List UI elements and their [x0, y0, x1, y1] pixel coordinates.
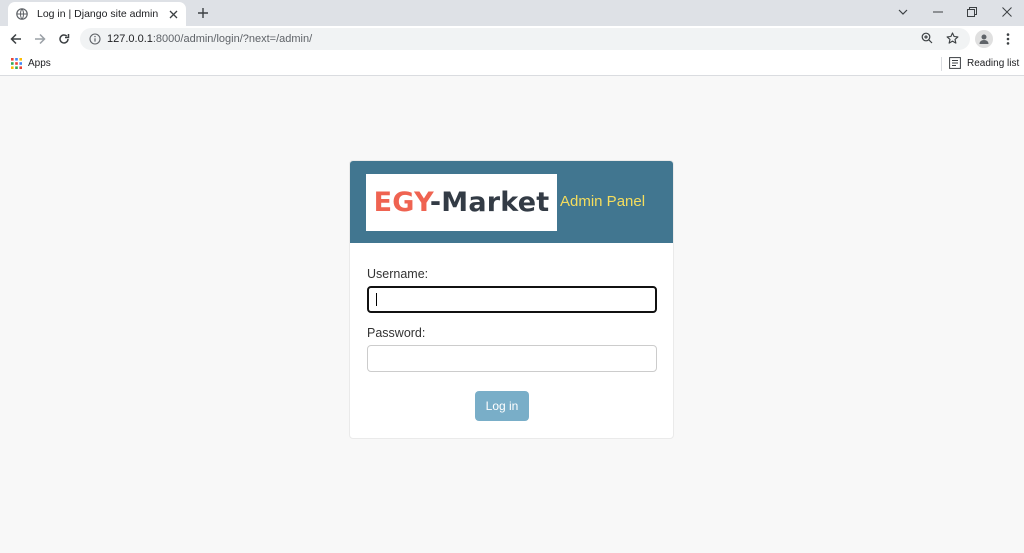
username-label: Username:	[367, 267, 429, 281]
arrow-left-icon[interactable]	[7, 30, 25, 48]
star-icon[interactable]	[946, 32, 960, 46]
url-host: 127.0.0.1	[107, 33, 153, 45]
reading-list-icon[interactable]	[949, 57, 962, 70]
window-close-icon[interactable]	[997, 3, 1017, 21]
reading-list-link[interactable]: Reading list	[967, 58, 1019, 69]
reload-icon[interactable]	[55, 30, 73, 48]
tab-title: Log in | Django site admin	[37, 8, 159, 20]
site-logo: EGY-Market	[366, 174, 557, 231]
close-icon[interactable]	[166, 7, 180, 21]
login-button[interactable]: Log in	[475, 391, 529, 421]
admin-panel-label: Admin Panel	[560, 193, 646, 210]
browser-toolbar: 127.0.0.1:8000/admin/login/?next=/admin/	[0, 26, 1024, 52]
zoom-icon[interactable]	[921, 32, 935, 46]
apps-link[interactable]: Apps	[28, 58, 51, 69]
bookmarks-bar: Apps Reading list	[0, 52, 1024, 76]
logo-market: -Market	[429, 187, 550, 218]
username-input[interactable]	[367, 286, 657, 313]
address-bar[interactable]: 127.0.0.1:8000/admin/login/?next=/admin/	[80, 28, 970, 50]
text-caret	[376, 293, 377, 306]
logo-text: EGY-Market	[374, 187, 550, 218]
url-path: :8000/admin/login/?next=/admin/	[152, 33, 313, 45]
browser-tab[interactable]: Log in | Django site admin	[8, 2, 186, 26]
logo-egy: EGY	[373, 187, 430, 218]
tab-strip: Log in | Django site admin	[0, 0, 1024, 26]
plus-icon[interactable]	[194, 4, 212, 22]
password-input[interactable]	[367, 345, 657, 372]
password-label: Password:	[367, 326, 426, 340]
person-icon[interactable]	[975, 30, 993, 48]
login-header: EGY-Market Admin Panel	[350, 161, 673, 243]
address-url: 127.0.0.1:8000/admin/login/?next=/admin/	[107, 33, 312, 45]
globe-icon	[16, 8, 28, 20]
arrow-right-icon[interactable]	[31, 30, 49, 48]
minimize-icon[interactable]	[928, 3, 948, 21]
kebab-menu-icon[interactable]	[999, 30, 1017, 48]
info-icon[interactable]	[88, 32, 102, 46]
restore-icon[interactable]	[962, 3, 982, 21]
login-card: EGY-Market Admin Panel Username: Passwor…	[349, 160, 674, 439]
bookmarks-divider	[941, 57, 942, 71]
apps-grid-icon[interactable]	[11, 58, 22, 69]
tab-search-chevron-icon[interactable]	[893, 3, 913, 21]
